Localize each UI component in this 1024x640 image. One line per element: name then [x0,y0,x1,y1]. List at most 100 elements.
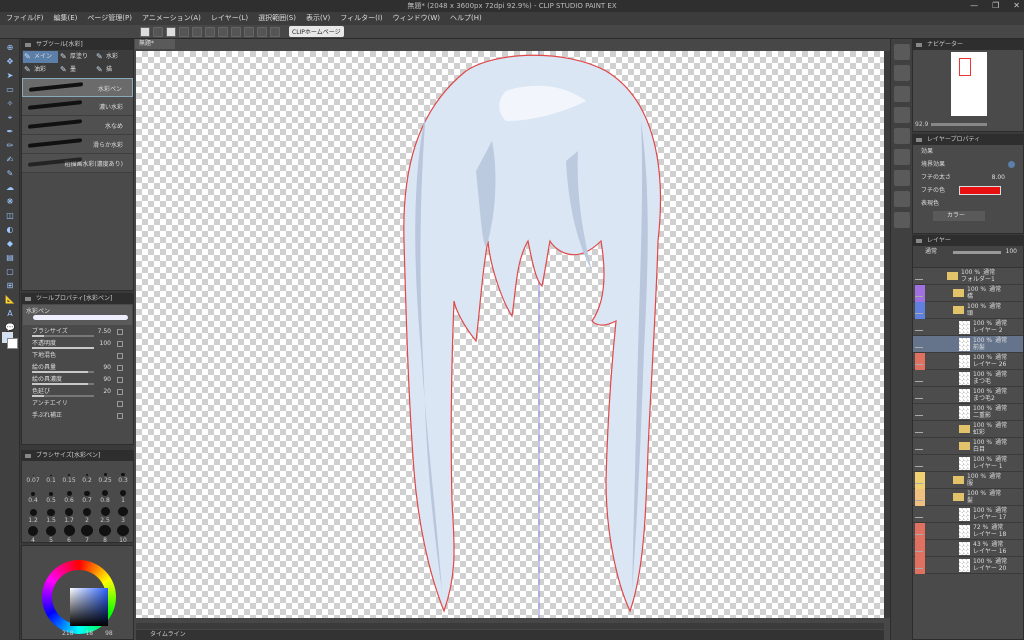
tool-property-row[interactable]: アンチエイリ [22,398,133,410]
property-slider[interactable] [32,383,94,385]
deselect-icon[interactable] [244,26,254,37]
tab-draw[interactable]: 描 [95,64,130,76]
brush-size-preset[interactable]: 3 [115,505,131,524]
zoom-slider[interactable] [931,123,988,126]
tool-property-row[interactable]: 色延び 20 [22,386,133,398]
brush-size-preset[interactable]: 6 [61,525,77,544]
menu-view[interactable]: 表示(V) [306,12,330,25]
brush-size-preset[interactable]: 1.2 [25,505,41,524]
auto-select-tool-icon[interactable]: ✧ [3,98,17,109]
menu-file[interactable]: ファイル(F) [6,12,44,25]
redo-icon[interactable] [192,26,202,37]
history-icon[interactable] [894,170,910,186]
visibility-eye-icon[interactable] [915,357,923,365]
brush-size-preset[interactable]: 2.5 [97,505,113,524]
brush-size-preset[interactable]: 0.7 [79,485,95,504]
brush-item-water-lick[interactable]: 水なめ [22,116,133,135]
visibility-eye-icon[interactable] [915,323,923,331]
brush-item-smooth-watercolor[interactable]: 滑らか水彩 [22,135,133,154]
clear-icon[interactable] [205,26,215,37]
visibility-eye-icon[interactable] [915,374,923,382]
snap-icon[interactable] [270,26,280,37]
saturation-value-square[interactable] [70,588,108,626]
layer-folder-row[interactable]: 100 % 通常 フォルダー1 [913,268,1023,285]
property-value[interactable]: 7.50 [98,326,111,338]
brush-size-preset[interactable]: 1 [115,485,131,504]
menu-filter[interactable]: フィルター(I) [340,12,382,25]
sub-view-icon[interactable] [894,65,910,81]
layer-row[interactable]: 100 % 通常 まつ毛2 [913,387,1023,404]
visibility-eye-icon[interactable] [915,306,923,314]
tool-property-row[interactable]: 下地混色 [22,350,133,362]
tab-oil[interactable]: 油彩 [23,64,58,76]
brush-size-preset[interactable]: 10 [115,525,131,544]
brush-size-preset[interactable]: 0.25 [97,465,113,484]
layer-row[interactable]: 100 % 通常 まつ毛 [913,370,1023,387]
operation-tool-icon[interactable]: ➤ [3,70,17,81]
property-value[interactable]: 100 [100,338,111,350]
opacity-slider[interactable] [953,251,1001,254]
visibility-eye-icon[interactable] [915,289,923,297]
property-toggle-box[interactable] [117,401,123,407]
figure-tool-icon[interactable]: ▢ [3,266,17,277]
pencil-tool-icon[interactable]: ✏ [3,140,17,151]
visibility-eye-icon[interactable] [915,272,923,280]
fill-icon[interactable] [231,26,241,37]
layer-row[interactable]: 100 % 通常 レイヤー 1 [913,455,1023,472]
horizontal-scrollbar[interactable] [136,623,884,629]
property-value[interactable]: 20 [103,386,111,398]
maximize-icon[interactable]: ❐ [992,0,999,12]
layer-folder-row[interactable]: 100 % 通常髪 [913,489,1023,506]
brush-size-preset[interactable]: 5 [43,525,59,544]
menu-layer[interactable]: レイヤー(L) [211,12,248,25]
brush-size-preset[interactable]: 0.8 [97,485,113,504]
brush-size-preset[interactable]: 0.15 [61,465,77,484]
transform-icon[interactable] [218,26,228,37]
layer-property-icon[interactable] [894,107,910,123]
property-value[interactable]: 90 [103,374,111,386]
blend-mode-select[interactable]: 通常 [925,248,937,255]
tool-property-row[interactable]: ブラシサイズ 7.50 [22,326,133,338]
brush-size-preset[interactable]: 0.4 [25,485,41,504]
visibility-eye-icon[interactable] [915,544,923,552]
property-slider[interactable] [32,335,94,337]
save-icon[interactable] [166,26,176,37]
layer-row[interactable]: 100 % 通常 前髪 [913,336,1023,353]
brush-size-preset[interactable]: 0.6 [61,485,77,504]
ruler-icon[interactable] [257,26,267,37]
layer-row[interactable]: 100 % 通常 レイヤー 17 [913,506,1023,523]
visibility-eye-icon[interactable] [915,493,923,501]
tool-property-row[interactable]: 絵の具濃度 90 [22,374,133,386]
tab-ink[interactable]: 墨 [59,64,94,76]
tab-main[interactable]: メイン [23,51,58,63]
color-wheel[interactable] [42,560,116,634]
property-toggle-box[interactable] [117,377,123,383]
fill-tool-icon[interactable]: ◆ [3,238,17,249]
tool-property-row[interactable]: 絵の具量 90 [22,362,133,374]
tab-watercolor[interactable]: 水彩 [95,51,130,63]
property-toggle-box[interactable] [117,353,123,359]
blend-tool-icon[interactable]: ◐ [3,224,17,235]
visibility-eye-icon[interactable] [915,391,923,399]
layer-row[interactable]: 72 % 通常 レイヤー 18 [913,523,1023,540]
layer-row[interactable]: 100 % 通常 レイヤー 20 [913,557,1023,574]
visibility-eye-icon[interactable] [915,527,923,535]
brush-item-rough-watercolor[interactable]: 粗描画水彩(濃度あり) [22,154,133,173]
layer-folder-row[interactable]: 100 % 通常 虹彩 [913,421,1023,438]
menu-page[interactable]: ページ管理(P) [87,12,132,25]
property-toggle-box[interactable] [117,365,123,371]
layer-folder-row[interactable]: 100 % 通常頭 [913,302,1023,319]
visibility-eye-icon[interactable] [915,425,923,433]
frame-tool-icon[interactable]: ⊞ [3,280,17,291]
canvas[interactable] [136,51,884,618]
property-toggle-box[interactable] [117,413,123,419]
new-file-icon[interactable] [140,26,150,37]
layer-row[interactable]: 43 % 通常 レイヤー 16 [913,540,1023,557]
select-tool-icon[interactable]: ▭ [3,84,17,95]
brush-size-preset[interactable]: 0.5 [43,485,59,504]
pen-tool-icon[interactable]: ✒ [3,126,17,137]
ruler-tool-icon[interactable]: 📐 [3,294,17,305]
layer-row[interactable]: 100 % 通常 レイヤー 26 [913,353,1023,370]
undo-icon[interactable] [179,26,189,37]
property-toggle-box[interactable] [117,329,123,335]
